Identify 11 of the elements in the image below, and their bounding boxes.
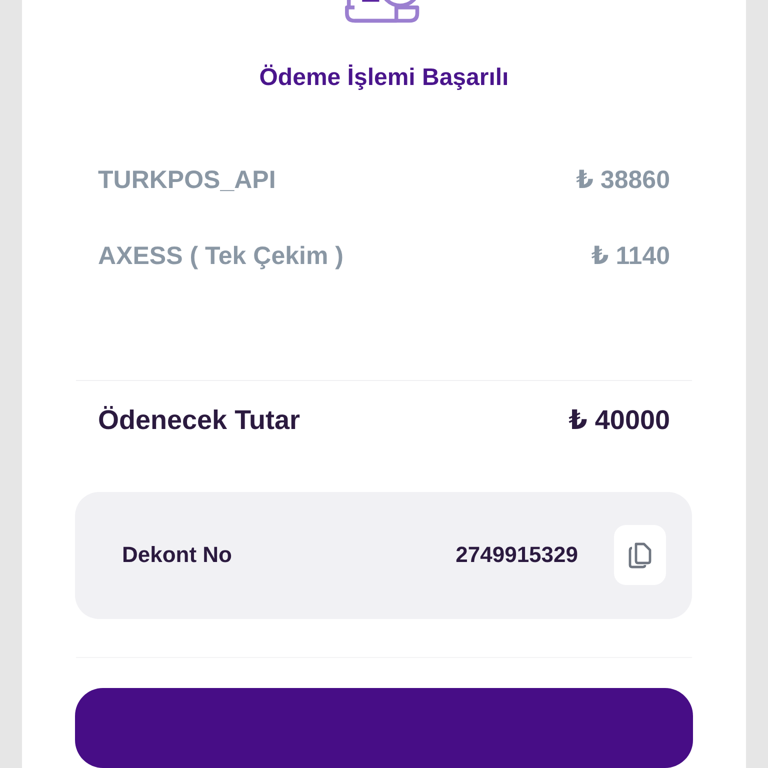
success-title: Ödeme İşlemi Başarılı [259, 64, 509, 92]
payment-label: TURKPOS_API [98, 166, 276, 195]
payment-amount: ₺ 38860 [576, 165, 670, 196]
receipt-label: Dekont No [122, 542, 233, 568]
total-amount: ₺ 40000 [568, 405, 670, 436]
total-label: Ödenecek Tutar [98, 405, 300, 436]
copy-button[interactable] [614, 525, 666, 586]
copy-icon [626, 540, 654, 570]
payment-label: AXESS ( Tek Çekim ) [98, 242, 344, 271]
payment-amount: ₺ 1140 [591, 241, 670, 272]
receipt-number: 2749915329 [456, 542, 578, 568]
